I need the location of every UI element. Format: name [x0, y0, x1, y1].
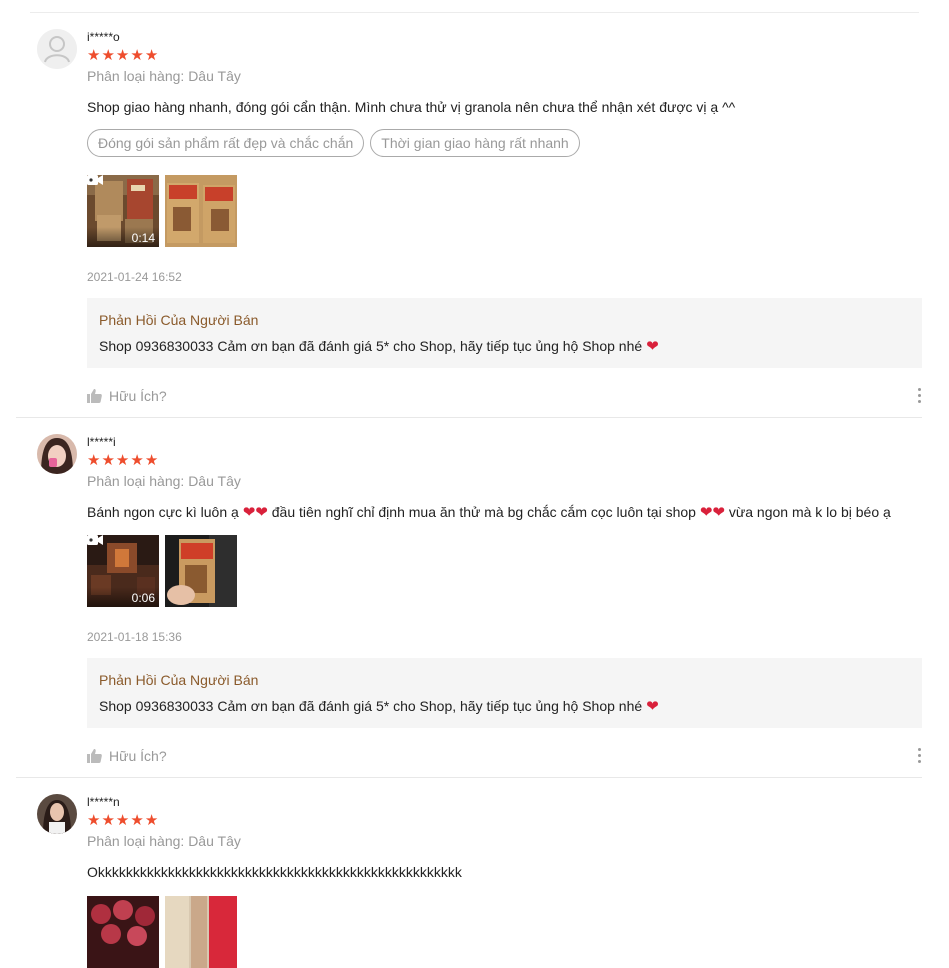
review-media: 0:14 [87, 175, 922, 247]
username[interactable]: l*****i [87, 434, 922, 450]
review-image-thumbnail[interactable] [87, 896, 159, 968]
review-tag: Thời gian giao hàng rất nhanh [370, 129, 580, 157]
star-icon: ★ [87, 812, 102, 829]
star-icon: ★ [130, 812, 145, 829]
thumbs-up-icon [87, 389, 102, 403]
review-video-thumbnail[interactable]: 0:06 [87, 535, 159, 607]
review-tag: Đóng gói sản phẩm rất đẹp và chắc chắn [87, 129, 365, 157]
star-icon: ★ [144, 452, 160, 469]
review-divider [16, 777, 922, 778]
star-icon: ★ [115, 452, 131, 469]
thumbs-up-icon [87, 749, 102, 763]
star-icon: ★ [101, 47, 116, 64]
review-comment: Bánh ngon cực kì luôn ạ ❤❤ đầu tiên nghĩ… [87, 504, 891, 521]
video-camera-icon [87, 175, 103, 185]
username[interactable]: i*****o [87, 29, 922, 45]
avatar[interactable] [37, 434, 77, 474]
star-icon: ★ [115, 812, 131, 829]
video-duration: 0:14 [131, 231, 155, 245]
more-vertical-icon[interactable] [916, 388, 922, 406]
heart-icon: ❤ [646, 338, 659, 355]
star-icon: ★ [144, 812, 160, 829]
seller-reply: Phản Hồi Của Người Bán Shop 0936830033 C… [87, 298, 922, 368]
top-divider [30, 12, 919, 13]
seller-reply-title: Phản Hồi Của Người Bán [99, 672, 259, 688]
review-video-thumbnail[interactable]: 0:14 [87, 175, 159, 247]
review-comment: Okkkkkkkkkkkkkkkkkkkkkkkkkkkkkkkkkkkkkkk… [87, 864, 462, 880]
review-image-thumbnail[interactable] [165, 535, 237, 607]
seller-reply-title: Phản Hồi Của Người Bán [99, 312, 259, 328]
variation-label: Phân loại hàng: Dâu Tây [87, 68, 241, 84]
variation-label: Phân loại hàng: Dâu Tây [87, 473, 241, 489]
review-tags: Đóng gói sản phẩm rất đẹp và chắc chắn Th… [87, 129, 922, 157]
star-rating: ★★★★★ [87, 452, 922, 469]
star-icon: ★ [130, 47, 145, 64]
avatar-default-icon[interactable] [37, 29, 77, 69]
more-vertical-icon[interactable] [916, 748, 922, 766]
review-comment: Shop giao hàng nhanh, đóng gói cẩn thận.… [87, 99, 736, 115]
review-image-thumbnail[interactable] [165, 175, 237, 247]
star-icon: ★ [101, 452, 116, 469]
helpful-button[interactable]: Hữu Ích? [87, 748, 167, 764]
star-icon: ★ [115, 47, 131, 64]
avatar[interactable] [37, 794, 77, 834]
review-media [87, 896, 922, 968]
review-timestamp: 2021-01-24 16:52 [87, 270, 182, 284]
seller-reply: Phản Hồi Của Người Bán Shop 0936830033 C… [87, 658, 922, 728]
heart-icon: ❤ [255, 504, 268, 521]
star-icon: ★ [87, 47, 102, 64]
helpful-button[interactable]: Hữu Ích? [87, 388, 167, 404]
review-divider [16, 417, 922, 418]
star-icon: ★ [130, 452, 145, 469]
heart-icon: ❤ [699, 504, 713, 521]
star-icon: ★ [101, 812, 116, 829]
video-camera-icon [87, 535, 103, 545]
star-rating: ★★★★★ [87, 812, 922, 829]
username[interactable]: l*****n [87, 794, 922, 810]
review-media: 0:06 [87, 535, 922, 607]
heart-icon: ❤ [712, 504, 725, 521]
seller-reply-text: Shop 0936830033 Cảm ơn bạn đã đánh giá 5… [99, 338, 659, 355]
review-image-thumbnail[interactable] [165, 896, 237, 968]
seller-reply-text: Shop 0936830033 Cảm ơn bạn đã đánh giá 5… [99, 698, 659, 715]
heart-icon: ❤ [242, 504, 256, 521]
video-duration: 0:06 [131, 591, 155, 605]
variation-label: Phân loại hàng: Dâu Tây [87, 833, 241, 849]
heart-icon: ❤ [646, 698, 659, 715]
review-timestamp: 2021-01-18 15:36 [87, 630, 182, 644]
star-icon: ★ [144, 47, 160, 64]
star-rating: ★★★★★ [87, 47, 922, 64]
review-actions: Hữu Ích? [87, 382, 922, 410]
star-icon: ★ [87, 452, 102, 469]
review-actions: Hữu Ích? [87, 742, 922, 770]
